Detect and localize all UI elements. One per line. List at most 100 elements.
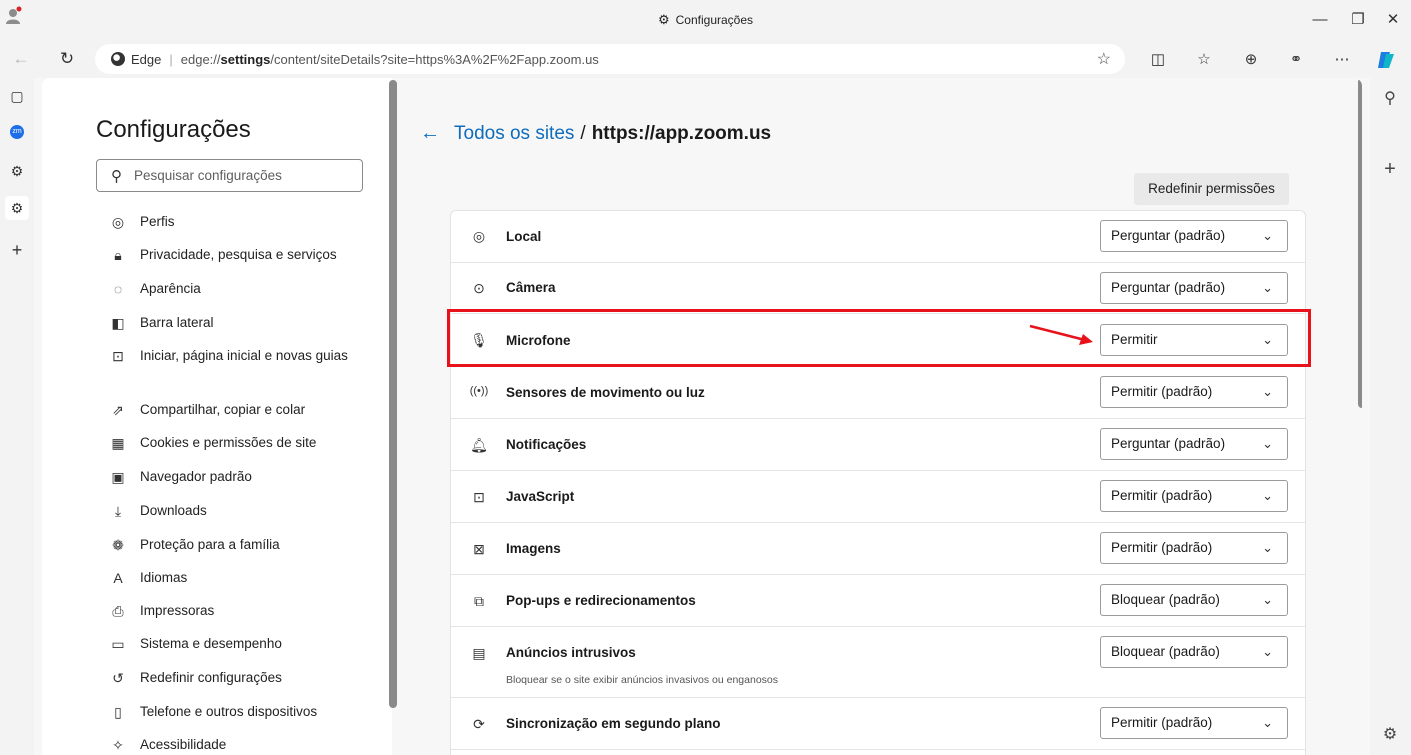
sidebar-item-sistema[interactable]: ▭ Sistema e desempenho	[108, 634, 388, 654]
tab-zoom[interactable]: zm	[5, 119, 29, 143]
javascript-icon: ⊡	[473, 489, 485, 505]
sidebar-item-label: Cookies e permissões de site	[140, 435, 317, 450]
sidebar-item-label: Proteção para a família	[140, 537, 280, 552]
chevron-down-icon: ⌄	[1262, 715, 1273, 730]
reset-permissions-button[interactable]: Redefinir permissões	[1134, 173, 1289, 205]
zoom-tab-icon: zm	[10, 125, 24, 140]
new-tab-plus-icon[interactable]: +	[5, 238, 29, 262]
sidebar-item-label: Aparência	[140, 281, 201, 296]
download-icon: ⤓	[114, 503, 122, 519]
permission-row-notificacoes: 🔔︎ Notificações Perguntar (padrão) ⌄	[451, 419, 1305, 471]
permission-row-javascript: ⊡ JavaScript Permitir (padrão) ⌄	[451, 471, 1305, 523]
collections-icon[interactable]: ⊕	[1240, 49, 1262, 71]
sidebar-item-telefone[interactable]: ▯ Telefone e outros dispositivos	[108, 702, 388, 722]
sidebar-item-label: Barra lateral	[140, 315, 214, 330]
sidebar-item-cookies[interactable]: ▦ Cookies e permissões de site	[108, 433, 388, 453]
share-icon: ⇗	[112, 402, 124, 418]
tab-settings-gear-icon[interactable]: ⚙	[5, 159, 29, 183]
sidebar-item-redefinir[interactable]: ↺ Redefinir configurações	[108, 668, 388, 688]
sidebar-item-navegador[interactable]: ▣ Navegador padrão	[108, 467, 388, 487]
select-value: Permitir (padrão)	[1111, 384, 1213, 399]
settings-sidebar: Configurações ⚲ Pesquisar configurações …	[42, 78, 397, 755]
window-title: ⚙ Configurações	[0, 12, 1411, 28]
title-bar: ⚙ Configurações — ❐ ✕	[0, 0, 1411, 40]
laptop-icon: ▭	[111, 636, 125, 652]
popup-icon: ⧉	[474, 593, 484, 609]
all-sites-link[interactable]: Todos os sites	[454, 123, 574, 145]
sidebar-scrollbar[interactable]	[389, 80, 397, 708]
split-screen-icon[interactable]: ◫	[1147, 49, 1169, 71]
permission-select-popups[interactable]: Bloquear (padrão) ⌄	[1100, 584, 1288, 616]
permission-select-notificacoes[interactable]: Perguntar (padrão) ⌄	[1100, 428, 1288, 460]
permissions-card: ◎ Local Perguntar (padrão) ⌄ ⊙ Câmera Per…	[450, 210, 1306, 755]
restore-button[interactable]: ❐	[1346, 8, 1370, 32]
permission-row-local: ◎ Local Perguntar (padrão) ⌄	[451, 211, 1305, 263]
permission-label: Sensores de movimento ou luz	[506, 385, 705, 400]
sidebar-item-compartilhar[interactable]: ⇗ Compartilhar, copiar e colar	[108, 400, 388, 420]
favorite-star-icon[interactable]: ☆	[1097, 49, 1111, 69]
chevron-down-icon: ⌄	[1262, 540, 1273, 555]
permission-select-javascript[interactable]: Permitir (padrão) ⌄	[1100, 480, 1288, 512]
sidebar-item-familia[interactable]: ❁ Proteção para a família	[108, 535, 388, 555]
camera-icon: ⊙	[473, 280, 485, 296]
back-button[interactable]: ←	[10, 48, 32, 70]
sidebar-item-impressoras[interactable]: ⎙ Impressoras	[108, 601, 388, 621]
breadcrumb: ← Todos os sites / https://app.zoom.us	[420, 122, 771, 145]
ads-icon: ▤	[472, 645, 486, 661]
permission-select-anuncios[interactable]: Bloquear (padrão) ⌄	[1100, 636, 1288, 668]
sidebar-item-idiomas[interactable]: A Idiomas	[108, 568, 388, 588]
minimize-button[interactable]: —	[1308, 8, 1332, 32]
sidebar-item-label: Navegador padrão	[140, 469, 252, 484]
sidebar-item-label: Compartilhar, copiar e colar	[140, 402, 306, 417]
sidebar-item-iniciar[interactable]: ⊡ Iniciar, página inicial e novas guias	[108, 346, 388, 366]
annotation-arrow-icon	[1029, 324, 1093, 345]
sidebar-item-barra-lateral[interactable]: ◧ Barra lateral	[108, 313, 388, 333]
sidebar-item-label: Impressoras	[140, 603, 215, 618]
extensions-icon[interactable]: ⚭	[1285, 49, 1307, 71]
sidebar-item-perfis[interactable]: ◎ Perfis	[108, 212, 388, 232]
address-bar[interactable]: Edge | edge://settings/content/siteDetai…	[95, 44, 1125, 74]
sidebar-item-aparencia[interactable]: ◌ Aparência	[108, 279, 388, 299]
refresh-button[interactable]: ↻	[56, 48, 78, 70]
permission-row-imagens: ⊠ Imagens Permitir (padrão) ⌄	[451, 523, 1305, 575]
address-brand: Edge	[131, 51, 162, 67]
add-plus-icon[interactable]: +	[1379, 158, 1401, 181]
accessibility-icon: ✧	[112, 737, 124, 753]
sidebar-item-downloads[interactable]: ⤓ Downloads	[108, 501, 388, 521]
copilot-icon[interactable]	[1376, 49, 1398, 71]
permission-select-camera[interactable]: Perguntar (padrão) ⌄	[1100, 272, 1288, 304]
settings-page: Configurações ⚲ Pesquisar configurações …	[42, 78, 1362, 755]
close-button[interactable]: ✕	[1381, 8, 1405, 32]
search-icon[interactable]: ⚲	[1379, 88, 1401, 108]
chevron-down-icon: ⌄	[1262, 228, 1273, 243]
window-title-text: Configurações	[675, 13, 754, 27]
sidebar-item-label: Iniciar, página inicial e novas guias	[140, 348, 348, 363]
page-scrollbar[interactable]	[1358, 78, 1362, 408]
sidebar-item-privacidade[interactable]: 🔒︎ Privacidade, pesquisa e serviços	[108, 245, 388, 265]
select-value: Perguntar (padrão)	[1111, 280, 1226, 295]
more-options-icon[interactable]: ⋯	[1331, 49, 1353, 71]
chevron-down-icon: ⌄	[1262, 488, 1273, 503]
select-value: Bloquear (padrão)	[1111, 592, 1220, 607]
address-url[interactable]: edge://settings/content/siteDetails?site…	[181, 52, 599, 67]
search-input[interactable]: ⚲ Pesquisar configurações	[96, 159, 363, 192]
permission-select-sincronizacao[interactable]: Permitir (padrão) ⌄	[1100, 707, 1288, 739]
back-arrow-icon[interactable]: ←	[420, 122, 440, 145]
settings-gear-icon[interactable]: ⚙	[1379, 724, 1401, 744]
permission-select-local[interactable]: Perguntar (padrão) ⌄	[1100, 220, 1288, 252]
sidebar-icon: ◧	[111, 315, 125, 331]
bell-icon: 🔔︎	[470, 437, 488, 453]
select-value: Bloquear (padrão)	[1111, 644, 1220, 659]
tab-settings-active-gear-icon[interactable]: ⚙	[5, 196, 29, 220]
tab-actions-icon[interactable]: ▢	[5, 84, 29, 108]
permission-select-sensores[interactable]: Permitir (padrão) ⌄	[1100, 376, 1288, 408]
permission-label: Sincronização em segundo plano	[506, 716, 721, 731]
permission-select-imagens[interactable]: Permitir (padrão) ⌄	[1100, 532, 1288, 564]
browser-icon: ▣	[111, 469, 125, 485]
sidebar-item-acessibilidade[interactable]: ✧ Acessibilidade	[108, 735, 388, 755]
url-rest: /content/siteDetails?site=https%3A%2F%2F…	[270, 51, 599, 67]
favorites-icon[interactable]: ☆	[1193, 49, 1215, 71]
permission-label: Imagens	[506, 541, 561, 556]
language-icon: A	[113, 570, 123, 586]
lock-icon: 🔒︎	[114, 247, 122, 263]
